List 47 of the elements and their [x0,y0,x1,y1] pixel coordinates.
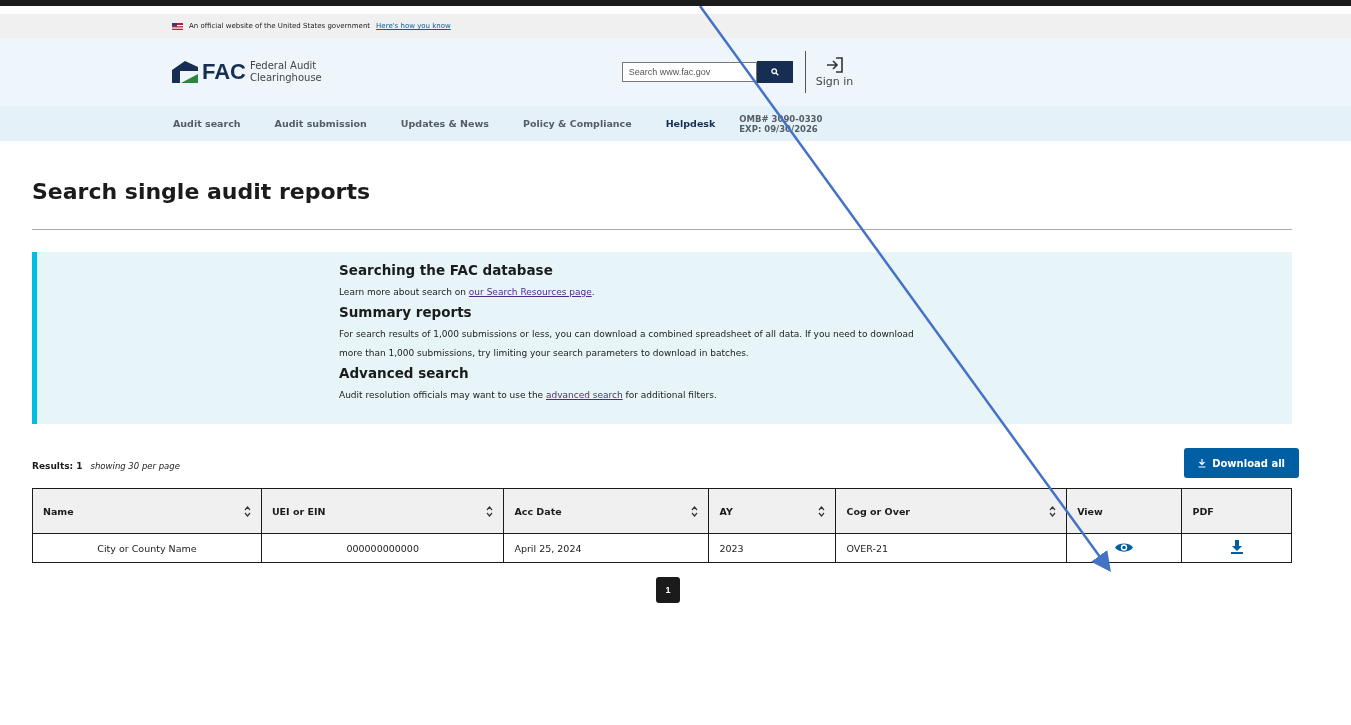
sign-in-link[interactable]: Sign in [815,56,854,88]
search-field[interactable]: Search www.fac.gov [621,61,757,82]
flag-icon [172,22,183,30]
info-heading: Searching the FAC database [339,262,554,278]
sort-icon[interactable] [1049,505,1057,517]
column-header[interactable]: Acc Date [503,488,709,534]
logo-subtitle: Federal Audit Clearinghouse [250,60,322,84]
column-header[interactable]: Cog or Over [836,488,1067,534]
table-cell: 2023 [709,533,836,563]
column-header: View [1066,488,1182,534]
page-button[interactable]: 1 [656,577,680,603]
sign-in-icon [825,56,844,73]
info-text: For search results of 1,000 submissions or less, you can download a combined spreadsheet of all data. If you need to download more than 1,000 submissions, try limiting your search parameters to download in batches. [339,328,915,360]
download-icon [1198,458,1207,468]
table-cell: OVER-21 [836,533,1067,563]
column-header[interactable]: AY [709,488,836,534]
sort-icon[interactable] [818,505,826,517]
results-count: Results: 1 [32,460,83,471]
sort-icon[interactable] [486,505,494,517]
sort-icon[interactable] [691,505,699,517]
column-header: PDF [1181,488,1292,534]
nav-link[interactable]: Audit search [173,118,241,129]
info-link[interactable]: advanced search [546,390,623,400]
info-link[interactable]: our Search Resources page [468,287,592,297]
per-page-text: showing 30 per page [90,460,180,471]
column-header[interactable]: Name [32,488,262,534]
info-heading: Summary reports [339,304,473,320]
info-text: Learn more about search on our Search Resources page. [339,286,596,299]
sort-icon[interactable] [243,505,251,517]
logo-text: FAC [202,59,246,85]
nav-link[interactable]: Audit submission [274,118,367,129]
table-cell: 000000000000 [261,533,504,563]
download-all-button[interactable]: Download all [1184,448,1299,478]
info-text: Audit resolution officials may want to use the advanced search for additional filters. [339,389,718,402]
eye-icon[interactable] [1114,540,1135,554]
nav-link[interactable]: Policy & Compliance [522,118,632,129]
table-cell: April 25, 2024 [503,533,709,563]
nav-link[interactable]: Helpdesk [665,118,716,129]
logo-icon [172,61,198,83]
info-heading: Advanced search [339,365,470,381]
download-icon[interactable] [1230,540,1243,554]
nav-link[interactable]: Updates & News [400,118,489,129]
page-title: Search single audit reports [32,179,372,204]
search-button[interactable] [756,60,793,83]
search-icon [770,67,779,76]
table-cell: City or County Name [32,533,262,563]
column-header[interactable]: UEI or EIN [261,488,504,534]
